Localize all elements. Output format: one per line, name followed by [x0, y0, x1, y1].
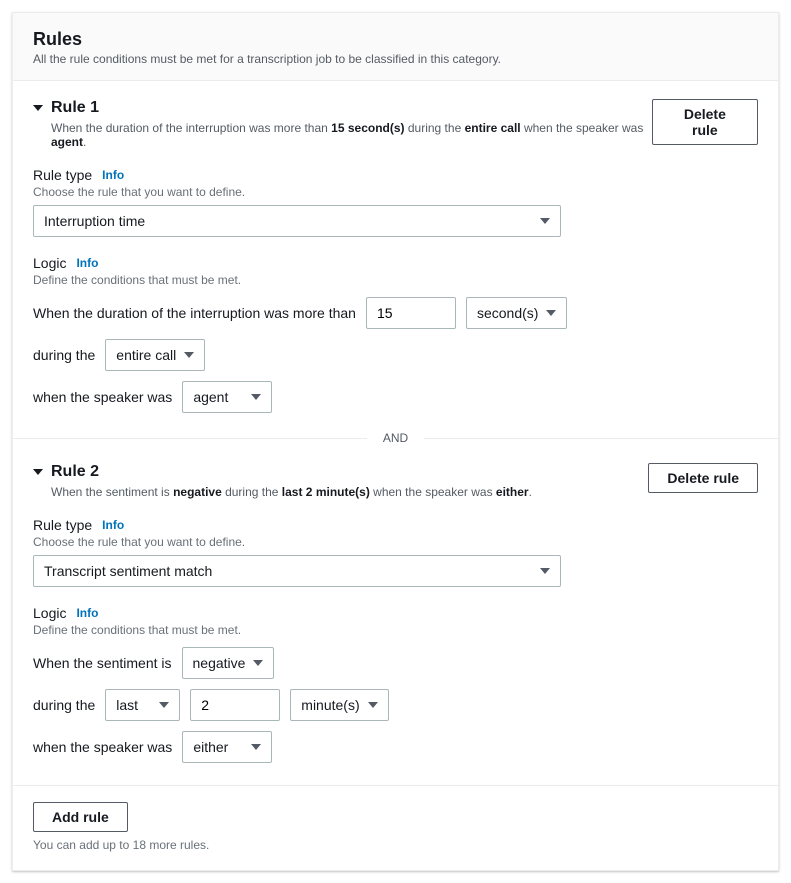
rule-2: Rule 2 When the sentiment is negative du…: [33, 463, 758, 763]
rule-1-type-help: Choose the rule that you want to define.: [33, 185, 758, 199]
rule-2-speaker-row: when the speaker was either: [33, 731, 758, 763]
rule-1: Rule 1 When the duration of the interrup…: [33, 99, 758, 413]
add-rule-button[interactable]: Add rule: [33, 802, 128, 832]
rule-2-title: Rule 2: [51, 463, 99, 481]
page-subtitle: All the rule conditions must be met for …: [33, 52, 758, 66]
rule-2-during-row: during the last minute(s): [33, 689, 758, 721]
rule-1-speaker-select[interactable]: agent: [182, 381, 272, 413]
rule-1-title: Rule 1: [51, 99, 99, 117]
rule-2-logic-help: Define the conditions that must be met.: [33, 623, 758, 637]
chevron-down-icon: [251, 744, 261, 750]
rule-1-logic-help: Define the conditions that must be met.: [33, 273, 758, 287]
rules-panel: Rules All the rule conditions must be me…: [12, 12, 779, 871]
chevron-down-icon: [184, 352, 194, 358]
rule-2-type-label: Rule type Info: [33, 517, 758, 533]
rule-1-summary: When the duration of the interruption wa…: [51, 121, 652, 149]
info-link[interactable]: Info: [102, 518, 124, 532]
chevron-down-icon: [159, 702, 169, 708]
rule-2-during-select[interactable]: last: [105, 689, 180, 721]
and-divider: AND: [13, 431, 778, 445]
rule-2-speaker-select[interactable]: either: [182, 731, 272, 763]
rule-2-sentiment-row: When the sentiment is negative: [33, 647, 758, 679]
rule-1-during-row: during the entire call: [33, 339, 758, 371]
rule-2-logic-label: Logic Info: [33, 605, 758, 621]
chevron-down-icon: [546, 310, 556, 316]
delete-rule-2-button[interactable]: Delete rule: [648, 463, 758, 493]
rule-2-sentiment-select[interactable]: negative: [182, 647, 275, 679]
chevron-down-icon: [540, 218, 550, 224]
rule-1-during-select[interactable]: entire call: [105, 339, 205, 371]
caret-down-icon: [33, 105, 43, 111]
info-link[interactable]: Info: [76, 256, 98, 270]
chevron-down-icon: [253, 660, 263, 666]
rule-1-duration-unit-select[interactable]: second(s): [466, 297, 567, 329]
rule-2-summary: When the sentiment is negative during th…: [51, 485, 532, 499]
page-title: Rules: [33, 29, 758, 50]
rule-2-during-unit-select[interactable]: minute(s): [290, 689, 388, 721]
delete-rule-1-button[interactable]: Delete rule: [652, 99, 758, 145]
caret-down-icon: [33, 469, 43, 475]
rule-1-duration-input[interactable]: [366, 297, 456, 329]
info-link[interactable]: Info: [76, 606, 98, 620]
chevron-down-icon: [540, 568, 550, 574]
rule-1-type-label: Rule type Info: [33, 167, 758, 183]
rule-2-type-select[interactable]: Transcript sentiment match: [33, 555, 561, 587]
rule-1-toggle[interactable]: Rule 1: [33, 99, 652, 117]
rule-2-toggle[interactable]: Rule 2: [33, 463, 532, 481]
rule-1-logic-label: Logic Info: [33, 255, 758, 271]
info-link[interactable]: Info: [102, 168, 124, 182]
chevron-down-icon: [251, 394, 261, 400]
chevron-down-icon: [368, 702, 378, 708]
rule-2-during-number-input[interactable]: [190, 689, 280, 721]
rule-1-duration-row: When the duration of the interruption wa…: [33, 297, 758, 329]
rule-2-type-help: Choose the rule that you want to define.: [33, 535, 758, 549]
footer-note: You can add up to 18 more rules.: [33, 838, 758, 852]
footer-separator: [13, 785, 778, 786]
panel-header: Rules All the rule conditions must be me…: [13, 13, 778, 81]
rule-1-type-select[interactable]: Interruption time: [33, 205, 561, 237]
rule-1-speaker-row: when the speaker was agent: [33, 381, 758, 413]
panel-body: Rule 1 When the duration of the interrup…: [13, 81, 778, 870]
